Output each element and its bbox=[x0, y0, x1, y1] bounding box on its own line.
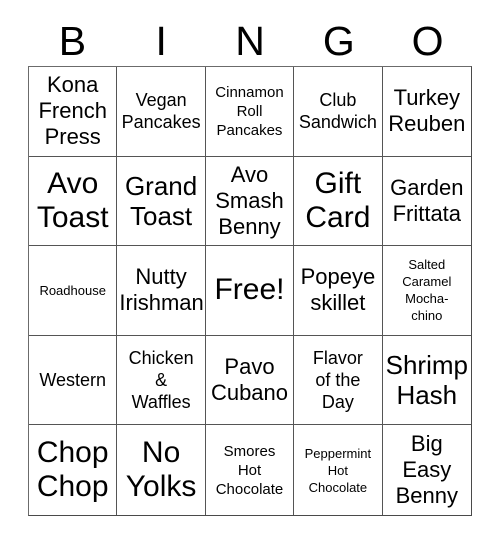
bingo-cell-label: Garden Frittata bbox=[390, 174, 464, 226]
bingo-cell[interactable]: Kona French Press bbox=[29, 67, 118, 157]
bingo-cell[interactable]: Gift Card bbox=[294, 156, 383, 247]
bingo-cell[interactable]: Grand Toast bbox=[117, 156, 206, 247]
bingo-cell[interactable]: Roadhouse bbox=[29, 246, 118, 336]
bingo-grid: Kona French Press Vegan Pancakes Cinnamo… bbox=[28, 66, 472, 516]
bingo-header-letter-n: N bbox=[235, 18, 265, 64]
bingo-cell[interactable]: Chop Chop bbox=[29, 425, 118, 515]
bingo-cell[interactable]: Western bbox=[29, 335, 118, 426]
bingo-cell[interactable]: Avo Toast bbox=[29, 156, 118, 247]
bingo-cell[interactable]: Turkey Reuben bbox=[382, 67, 471, 157]
bingo-cell-label: Big Easy Benny bbox=[395, 431, 458, 509]
bingo-cell[interactable]: Popeye skillet bbox=[294, 246, 383, 336]
bingo-cell[interactable]: No Yolks bbox=[117, 425, 206, 515]
bingo-cell-label: Western bbox=[39, 370, 107, 391]
bingo-cell[interactable]: Shrimp Hash bbox=[382, 335, 471, 426]
bingo-cell-label: No Yolks bbox=[125, 436, 197, 504]
bingo-card: B I N G O Kona French Press Vegan Pancak… bbox=[0, 0, 500, 544]
bingo-cell-label: Club Sandwich bbox=[298, 90, 377, 133]
bingo-cell[interactable]: Cinnamon Roll Pancakes bbox=[205, 67, 295, 157]
bingo-cell-label: Chop Chop bbox=[36, 436, 109, 504]
bingo-cell[interactable]: Salted Caramel Mocha- chino bbox=[382, 246, 471, 336]
bingo-cell-label: Cinnamon Roll Pancakes bbox=[215, 83, 284, 139]
bingo-cell-label: Chicken & Waffles bbox=[128, 348, 194, 413]
bingo-cell-label: Nutty Irishman bbox=[119, 264, 204, 316]
bingo-cell[interactable]: Vegan Pancakes bbox=[117, 67, 206, 157]
bingo-cell[interactable]: Avo Smash Benny bbox=[205, 156, 295, 247]
bingo-cell[interactable]: Garden Frittata bbox=[382, 156, 471, 247]
bingo-header-letter-b: B bbox=[58, 18, 87, 64]
bingo-cell-label: Kona French Press bbox=[38, 72, 107, 150]
bingo-cell-label: Vegan Pancakes bbox=[121, 90, 201, 133]
bingo-cell[interactable]: Club Sandwich bbox=[294, 67, 383, 157]
bingo-cell-label: Grand Toast bbox=[124, 170, 198, 231]
bingo-cell-label: Turkey Reuben bbox=[388, 85, 466, 137]
bingo-header-letter-i: I bbox=[155, 18, 167, 64]
bingo-header-letter-g: G bbox=[322, 18, 355, 64]
bingo-cell[interactable]: Peppermint Hot Chocolate bbox=[294, 425, 383, 515]
bingo-cell[interactable]: Smores Hot Chocolate bbox=[205, 425, 295, 515]
bingo-cell[interactable]: Big Easy Benny bbox=[382, 425, 471, 515]
bingo-cell[interactable]: Flavor of the Day bbox=[294, 335, 383, 426]
bingo-cell-label: Pavo Cubano bbox=[210, 354, 289, 406]
bingo-cell-label: Peppermint Hot Chocolate bbox=[304, 445, 372, 495]
bingo-cell-label: Smores Hot Chocolate bbox=[215, 442, 284, 498]
bingo-cell-label: Shrimp Hash bbox=[385, 350, 468, 411]
bingo-cell[interactable]: Nutty Irishman bbox=[117, 246, 206, 336]
bingo-cell[interactable]: Chicken & Waffles bbox=[117, 335, 206, 426]
bingo-cell-label: Salted Caramel Mocha- chino bbox=[402, 257, 452, 324]
bingo-cell-label: Popeye skillet bbox=[300, 264, 376, 316]
bingo-cell-free-space[interactable]: Free! bbox=[205, 246, 295, 336]
bingo-header-letter-o: O bbox=[411, 18, 444, 64]
bingo-cell-label: Avo Smash Benny bbox=[215, 161, 284, 239]
bingo-header-row: B I N G O bbox=[28, 16, 472, 66]
bingo-cell-label: Avo Toast bbox=[36, 166, 109, 234]
bingo-cell[interactable]: Pavo Cubano bbox=[205, 335, 295, 426]
bingo-cell-label: Free! bbox=[214, 273, 285, 307]
bingo-cell-label: Flavor of the Day bbox=[312, 348, 363, 413]
bingo-cell-label: Gift Card bbox=[305, 166, 371, 234]
bingo-cell-label: Roadhouse bbox=[39, 282, 106, 298]
